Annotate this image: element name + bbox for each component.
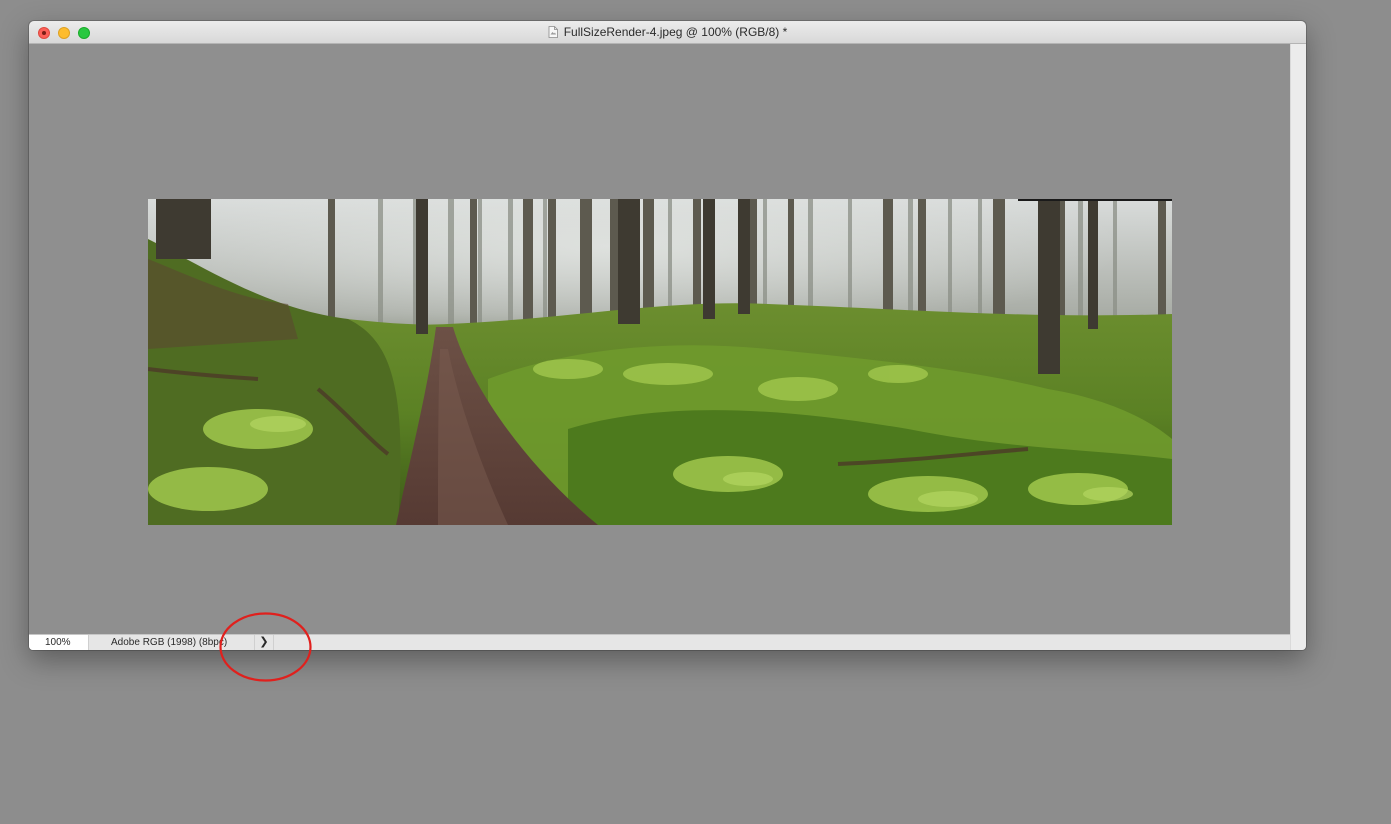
forest-trail-photo — [148, 199, 1172, 525]
vertical-scrollbar[interactable] — [1290, 44, 1306, 650]
document-window: FullSizeRender-4.jpeg @ 100% (RGB/8) * 1… — [29, 21, 1306, 650]
window-title: FullSizeRender-4.jpeg @ 100% (RGB/8) * — [563, 25, 788, 39]
title-bar[interactable]: FullSizeRender-4.jpeg @ 100% (RGB/8) * — [29, 21, 1306, 44]
document-profile-label: Adobe RGB (1998) (8bpc) — [111, 637, 228, 648]
document-icon — [548, 26, 558, 38]
zoom-level-field[interactable]: 100% — [29, 635, 89, 650]
status-bar: 100% Adobe RGB (1998) (8bpc) ❯ — [29, 634, 1290, 650]
canvas-area[interactable] — [29, 44, 1290, 634]
chevron-right-icon[interactable]: ❯ — [254, 635, 274, 650]
window-title-container: FullSizeRender-4.jpeg @ 100% (RGB/8) * — [29, 25, 1306, 39]
